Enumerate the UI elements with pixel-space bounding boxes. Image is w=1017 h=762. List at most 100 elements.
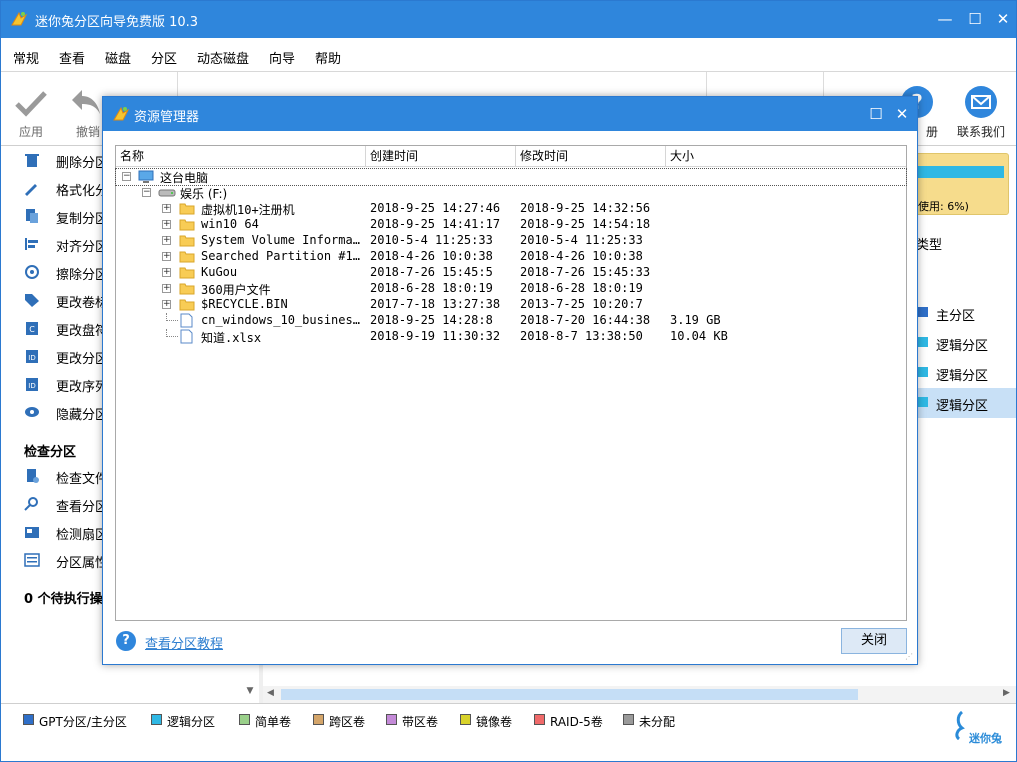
- legend-swatch: [386, 714, 397, 725]
- disk-usage-text: 使用: 6%): [918, 200, 969, 213]
- entry-name: KuGou: [201, 265, 238, 279]
- column-header-created[interactable]: 创建时间: [366, 146, 516, 167]
- tree-row-folder[interactable]: + win10 64 2018-9-25 14:41:17 2018-9-25 14:…: [116, 217, 906, 233]
- column-header-size[interactable]: 大小: [666, 146, 906, 167]
- dialog-maximize-button[interactable]: ☐: [865, 103, 887, 125]
- expand-icon[interactable]: +: [162, 268, 171, 277]
- legend-label: GPT分区/主分区: [39, 715, 127, 729]
- menu-disk[interactable]: 磁盘: [105, 48, 131, 67]
- sector-test-icon: [25, 527, 39, 538]
- disk-usage-bar: [914, 166, 1005, 178]
- tree-row-folder[interactable]: +360用户文件 2018-6-28 18:0:19 2018-6-28 18:0:…: [116, 281, 906, 297]
- menu-partition[interactable]: 分区: [151, 48, 177, 67]
- dialog-close-icon[interactable]: ✕: [891, 103, 913, 125]
- brand-logo: 迷你兔: [953, 710, 1011, 750]
- apply-button[interactable]: 应用: [1, 72, 61, 146]
- svg-text:ID: ID: [28, 382, 35, 390]
- minimize-button[interactable]: —: [933, 8, 957, 30]
- apply-label: 应用: [18, 125, 43, 139]
- expand-icon[interactable]: +: [162, 284, 171, 293]
- partition-row[interactable]: 逻辑分区: [913, 328, 1016, 358]
- entry-created: 2018-4-26 10:0:38: [370, 249, 493, 263]
- folder-icon: [179, 235, 195, 247]
- expand-icon[interactable]: +: [162, 204, 171, 213]
- sidebar-item-label: 更改分区: [56, 352, 109, 367]
- window-title: 迷你兔分区向导免费版 10.3: [35, 15, 199, 30]
- file-tree: 名称 创建时间 修改时间 大小 − 这台电脑 − 娱乐 (F:) + 虚拟机10+…: [115, 145, 907, 621]
- properties-icon: [24, 553, 40, 567]
- entry-modified: 2018-7-26 15:45:33: [520, 265, 651, 279]
- entry-name: 360用户文件: [201, 283, 271, 297]
- legend-swatch: [460, 714, 471, 725]
- scroll-left-icon[interactable]: ◀: [267, 688, 274, 698]
- expand-icon[interactable]: +: [162, 252, 171, 261]
- sidebar-item-label: 删除分区: [56, 156, 109, 171]
- entry-name: 知道.xlsx: [201, 331, 262, 345]
- sidebar-item-label: 更改卷标: [56, 296, 109, 311]
- title-bar: 迷你兔分区向导免费版 10.3 — ☐ ✕: [1, 1, 1016, 38]
- help-icon[interactable]: ?: [116, 631, 136, 651]
- hide-icon: [25, 407, 39, 417]
- tree-row-folder[interactable]: + 虚拟机10+注册机 2018-9-25 14:27:46 2018-9-25 14…: [116, 201, 906, 217]
- file-icon: [180, 329, 193, 344]
- partition-row[interactable]: 主分区: [913, 298, 1016, 328]
- contact-button[interactable]: 联系我们: [951, 72, 1011, 146]
- drive-icon: [158, 189, 176, 197]
- legend-swatch: [534, 714, 545, 725]
- legend-swatch: [313, 714, 324, 725]
- menu-view[interactable]: 查看: [59, 48, 85, 67]
- menu-bar: 常规 查看 磁盘 分区 动态磁盘 向导 帮助: [1, 38, 1016, 72]
- mail-icon: [965, 86, 997, 118]
- id-icon: ID: [26, 350, 38, 363]
- scroll-right-icon[interactable]: ▶: [1003, 688, 1010, 698]
- wipe-icon: [25, 265, 39, 279]
- tree-row-folder[interactable]: + KuGou 2018-7-26 15:45:5 2018-7-26 15:45:3…: [116, 265, 906, 281]
- legend-label: RAID-5卷: [550, 715, 603, 729]
- entry-created: 2018-9-25 14:41:17: [370, 217, 501, 231]
- tree-row-file[interactable]: 知道.xlsx 2018-9-19 11:30:32 2018-8-7 13:38:…: [116, 329, 906, 345]
- tree-row-folder[interactable]: + System Volume Informa… 2010-5-4 11:25:33…: [116, 233, 906, 249]
- menu-dynamic-disk[interactable]: 动态磁盘: [197, 48, 249, 67]
- expand-icon[interactable]: +: [162, 300, 171, 309]
- pen-icon: [25, 184, 37, 196]
- column-header-modified[interactable]: 修改时间: [516, 146, 666, 167]
- legend-swatch: [239, 714, 250, 725]
- dialog-close-button[interactable]: 关闭: [841, 628, 907, 654]
- tree-row-folder[interactable]: + Searched Partition #1… 2018-4-26 10:0:38…: [116, 249, 906, 265]
- menu-general[interactable]: 常规: [13, 48, 39, 67]
- tree-row-file[interactable]: cn_windows_10_busines… 2018-9-25 14:28:8 2…: [116, 313, 906, 329]
- column-header-name[interactable]: 名称: [116, 146, 366, 167]
- entry-modified: 2018-6-28 18:0:19: [520, 281, 643, 295]
- check-partition-header: 检查分区: [24, 445, 77, 460]
- copy-icon: [26, 209, 38, 223]
- horizontal-scrollbar[interactable]: ◀ ▶: [263, 686, 1016, 703]
- disk-card[interactable]: 使用: 6%): [913, 153, 1009, 215]
- close-window-button[interactable]: ✕: [991, 8, 1015, 30]
- collapse-icon[interactable]: −: [142, 188, 151, 197]
- serial-icon: ID: [26, 378, 38, 391]
- collapse-icon[interactable]: −: [122, 172, 131, 181]
- partition-row[interactable]: 逻辑分区: [913, 358, 1016, 388]
- tree-connector: [166, 313, 178, 321]
- tree-row-folder[interactable]: + $RECYCLE.BIN 2017-7-18 13:27:38 2013-7-25…: [116, 297, 906, 313]
- menu-help[interactable]: 帮助: [315, 48, 341, 67]
- maximize-button[interactable]: ☐: [963, 8, 987, 30]
- tree-row-drive[interactable]: − 娱乐 (F:): [116, 185, 906, 201]
- resize-grip-icon[interactable]: ⋰: [905, 652, 915, 662]
- menu-wizard[interactable]: 向导: [269, 48, 295, 67]
- legend-label: 未分配: [639, 715, 676, 729]
- partition-row-selected[interactable]: 逻辑分区: [913, 388, 1016, 418]
- sidebar-scroll-down-icon[interactable]: ▼: [242, 686, 258, 702]
- partition-color-swatch: [918, 337, 928, 347]
- entry-modified: 2018-7-20 16:44:38: [520, 313, 651, 327]
- tree-row-root[interactable]: − 这台电脑: [115, 168, 907, 186]
- expand-icon[interactable]: +: [162, 220, 171, 229]
- expand-icon[interactable]: +: [162, 236, 171, 245]
- entry-created: 2010-5-4 11:25:33: [370, 233, 493, 247]
- scrollbar-thumb[interactable]: [281, 689, 858, 700]
- partition-tutorial-link[interactable]: 查看分区教程: [145, 633, 223, 652]
- entry-modified: 2018-8-7 13:38:50: [520, 329, 643, 343]
- entry-modified: 2018-9-25 14:32:56: [520, 201, 651, 215]
- svg-text:C: C: [29, 325, 35, 334]
- entry-name: System Volume Informa…: [201, 233, 360, 247]
